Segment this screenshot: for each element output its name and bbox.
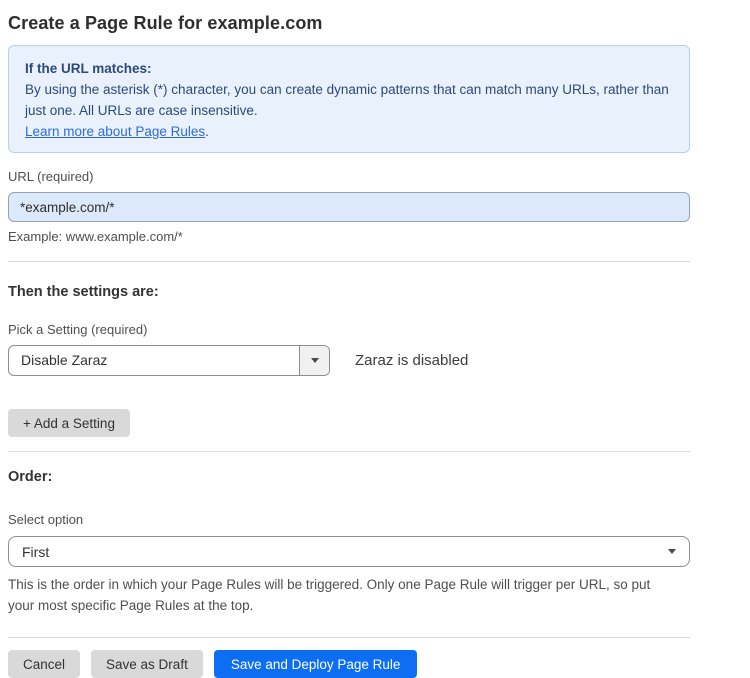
learn-more-link[interactable]: Learn more about Page Rules — [25, 124, 205, 139]
save-draft-button[interactable]: Save as Draft — [91, 650, 203, 678]
form-footer: Cancel Save as Draft Save and Deploy Pag… — [8, 650, 690, 678]
cancel-button[interactable]: Cancel — [8, 650, 80, 678]
save-deploy-button[interactable]: Save and Deploy Page Rule — [214, 650, 418, 678]
add-setting-button[interactable]: + Add a Setting — [8, 409, 130, 437]
chevron-down-icon — [668, 549, 676, 554]
page-rule-form: Create a Page Rule for example.com If th… — [8, 0, 690, 678]
info-box-body: By using the asterisk (*) character, you… — [25, 79, 673, 121]
link-period: . — [205, 124, 209, 139]
order-select[interactable]: First — [8, 536, 690, 567]
order-select-label: Select option — [8, 512, 690, 528]
settings-heading: Then the settings are: — [8, 283, 690, 301]
setting-select[interactable]: Disable Zaraz — [8, 345, 330, 376]
url-label: URL (required) — [8, 169, 690, 185]
url-example-helper: Example: www.example.com/* — [8, 229, 690, 245]
section-divider — [8, 451, 690, 452]
pick-setting-label: Pick a Setting (required) — [8, 322, 690, 338]
info-box-link-line: Learn more about Page Rules. — [25, 121, 673, 142]
order-help-text: This is the order in which your Page Rul… — [8, 574, 678, 616]
url-input[interactable] — [8, 192, 690, 222]
info-box-heading: If the URL matches: — [25, 58, 673, 79]
setting-select-value: Disable Zaraz — [9, 346, 299, 375]
order-heading: Order: — [8, 468, 690, 486]
url-match-info-box: If the URL matches: By using the asteris… — [8, 45, 690, 153]
setting-status-text: Zaraz is disabled — [355, 352, 468, 369]
page-title: Create a Page Rule for example.com — [8, 11, 690, 35]
setting-row: Disable Zaraz Zaraz is disabled — [8, 345, 690, 376]
section-divider — [8, 637, 690, 638]
section-divider — [8, 261, 690, 262]
order-select-value: First — [22, 544, 49, 560]
chevron-down-icon — [311, 358, 319, 363]
setting-select-caret-button[interactable] — [299, 346, 329, 375]
